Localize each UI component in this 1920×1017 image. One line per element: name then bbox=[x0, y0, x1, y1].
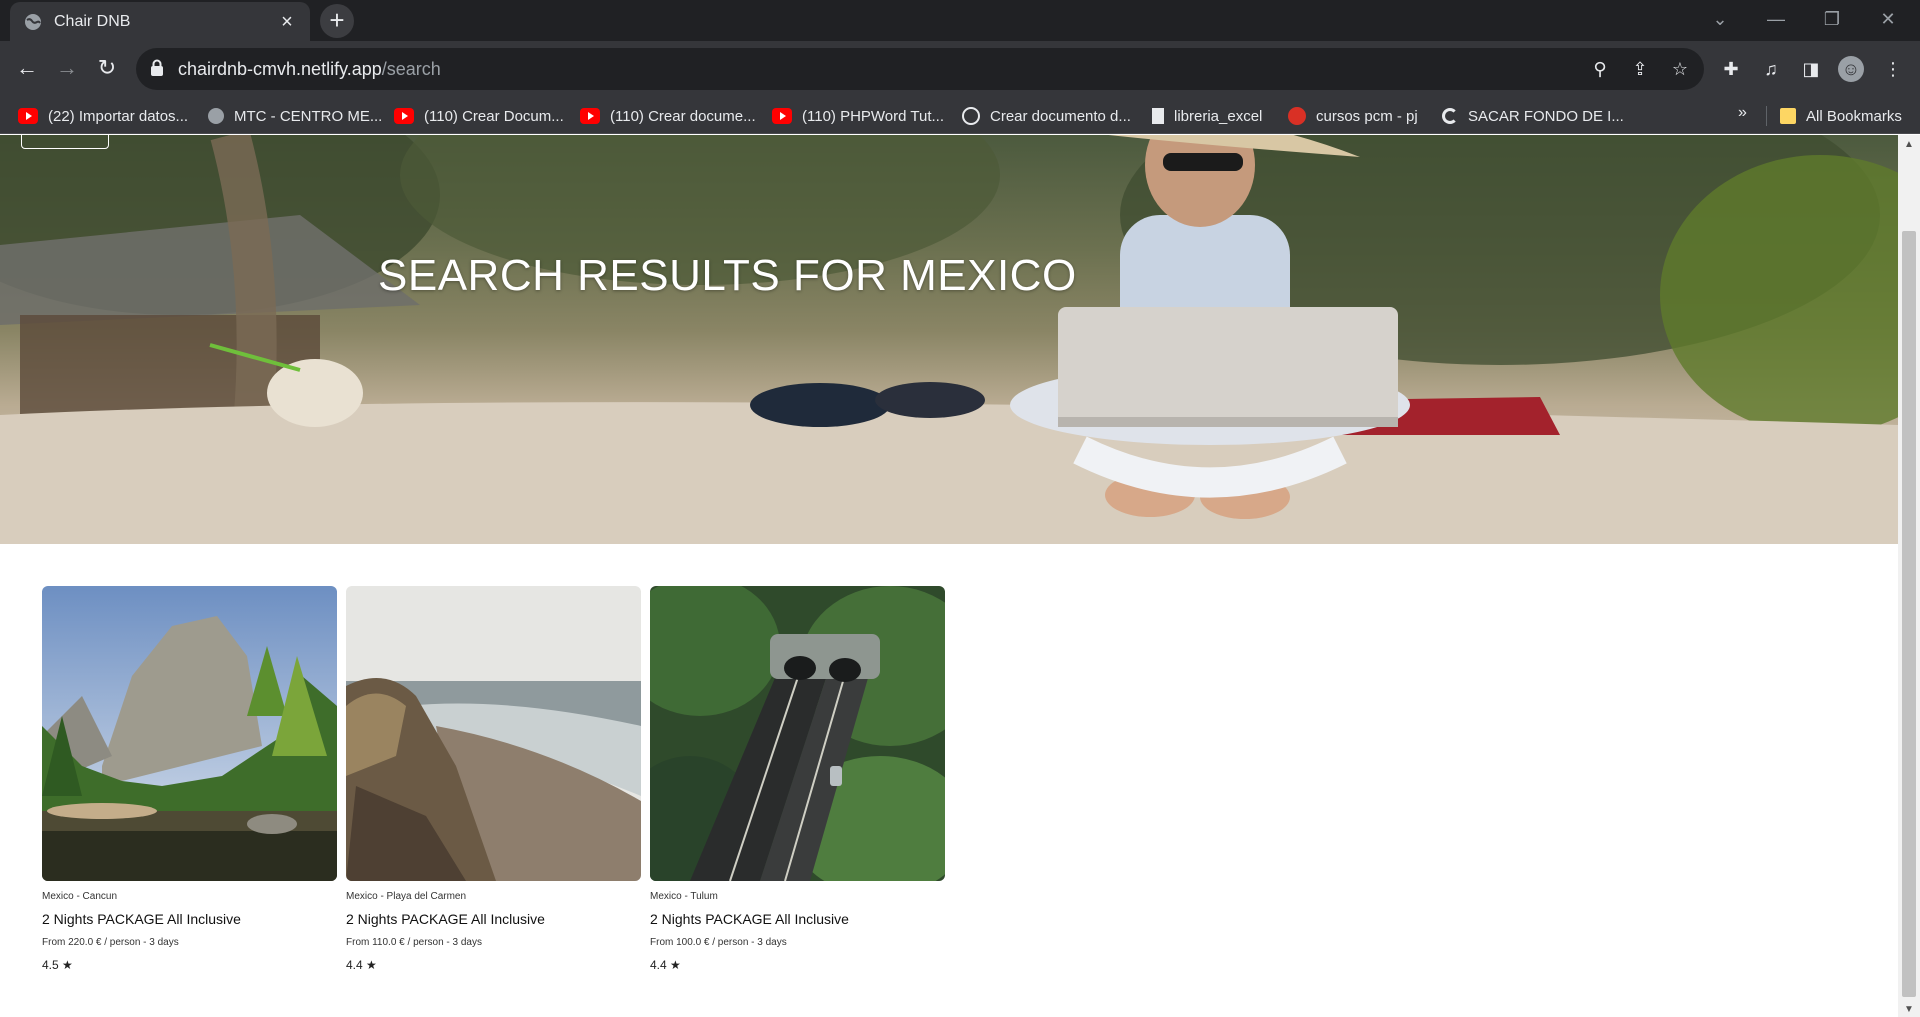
browser-toolbar: ← → ↻ chairdnb-cmvh.netlify.app/search ⚲… bbox=[0, 41, 1920, 98]
zoom-icon[interactable]: ⚲ bbox=[1588, 57, 1612, 81]
extensions-icon[interactable]: ✚ bbox=[1718, 56, 1744, 82]
vertical-scrollbar[interactable]: ▲ ▼ bbox=[1898, 135, 1920, 1017]
close-window-button[interactable]: ✕ bbox=[1860, 0, 1916, 40]
profile-avatar-icon[interactable]: ☺ bbox=[1838, 56, 1864, 82]
result-card[interactable]: Mexico - Tulum 2 Nights PACKAGE All Incl… bbox=[650, 586, 945, 972]
hero-background-image bbox=[0, 135, 1898, 544]
close-tab-icon[interactable]: × bbox=[276, 11, 298, 33]
bookmark-label: cursos pcm - pj bbox=[1316, 107, 1418, 125]
card-title[interactable]: 2 Nights PACKAGE All Inclusive bbox=[42, 911, 337, 927]
bookmark-item[interactable]: MTC - CENTRO ME... bbox=[208, 104, 382, 128]
active-tab[interactable]: Chair DNB × bbox=[10, 2, 310, 41]
restore-button[interactable]: ❐ bbox=[1804, 0, 1860, 40]
book-icon bbox=[1152, 108, 1164, 124]
bookmark-item[interactable]: (22) Importar datos... bbox=[18, 104, 188, 128]
star-icon[interactable]: ☆ bbox=[1668, 57, 1692, 81]
header-outline-button[interactable] bbox=[21, 135, 109, 149]
tab-strip: Chair DNB × + ⌄ — ❐ ✕ bbox=[0, 0, 1920, 41]
seal-icon bbox=[1288, 107, 1306, 125]
scroll-up-arrow-icon[interactable]: ▲ bbox=[1898, 139, 1920, 150]
bookmark-item[interactable]: (110) PHPWord Tut... bbox=[772, 104, 944, 128]
folder-icon bbox=[1780, 108, 1796, 124]
card-rating: 4.4 ★ bbox=[346, 958, 377, 972]
bookmark-label: MTC - CENTRO ME... bbox=[234, 107, 383, 125]
bookmark-label: SACAR FONDO DE I... bbox=[1468, 107, 1624, 125]
card-location: Mexico - Playa del Carmen bbox=[346, 891, 467, 902]
tunnel-photo bbox=[650, 586, 945, 881]
bookmark-label: Crear documento d... bbox=[990, 107, 1131, 125]
back-button[interactable]: ← bbox=[10, 51, 44, 85]
media-control-icon[interactable]: ♫ bbox=[1758, 56, 1784, 82]
all-bookmarks-button[interactable]: All Bookmarks bbox=[1780, 104, 1902, 128]
card-price: From 110.0 € / person - 3 days bbox=[346, 937, 482, 948]
more-bookmarks-button[interactable]: » bbox=[1738, 104, 1747, 122]
card-rating: 4.5 ★ bbox=[42, 958, 73, 972]
bookmark-item[interactable]: cursos pcm - pj bbox=[1288, 104, 1418, 128]
card-title[interactable]: 2 Nights PACKAGE All Inclusive bbox=[650, 911, 945, 927]
side-panel-icon[interactable]: ◨ bbox=[1798, 56, 1824, 82]
card-price: From 100.0 € / person - 3 days bbox=[650, 937, 787, 948]
tab-title: Chair DNB bbox=[54, 12, 131, 30]
bookmark-item[interactable]: libreria_excel bbox=[1152, 104, 1262, 128]
card-rating: 4.4 ★ bbox=[650, 958, 681, 972]
all-bookmarks-label: All Bookmarks bbox=[1806, 107, 1902, 125]
card-price: From 220.0 € / person - 3 days bbox=[42, 937, 179, 948]
url-text: chairdnb-cmvh.netlify.app/search bbox=[178, 59, 441, 79]
lock-icon bbox=[151, 59, 163, 76]
bookmark-label: (110) Crear Docum... bbox=[424, 107, 564, 125]
yosemite-photo bbox=[42, 586, 337, 881]
reload-button[interactable]: ↻ bbox=[90, 51, 124, 85]
bookmarks-bar: (22) Importar datos... MTC - CENTRO ME..… bbox=[0, 98, 1920, 134]
card-title[interactable]: 2 Nights PACKAGE All Inclusive bbox=[346, 911, 641, 927]
c-icon bbox=[1442, 108, 1458, 124]
youtube-icon bbox=[18, 108, 38, 124]
bookmark-label: (22) Importar datos... bbox=[48, 107, 189, 125]
bookmarks-divider bbox=[1766, 106, 1767, 126]
bookmark-item[interactable]: SACAR FONDO DE I... bbox=[1442, 104, 1624, 128]
card-image[interactable] bbox=[346, 586, 641, 881]
wordpress-icon bbox=[962, 107, 980, 125]
new-tab-button[interactable]: + bbox=[320, 4, 354, 38]
page-title: SEARCH RESULTS FOR MEXICO bbox=[378, 251, 1077, 300]
card-image[interactable] bbox=[42, 586, 337, 881]
forward-button[interactable]: → bbox=[50, 51, 84, 85]
scroll-down-arrow-icon[interactable]: ▼ bbox=[1898, 1004, 1920, 1015]
youtube-icon bbox=[580, 108, 600, 124]
minimize-button[interactable]: — bbox=[1748, 0, 1804, 40]
bookmark-item[interactable]: Crear documento d... bbox=[962, 104, 1131, 128]
bookmark-item[interactable]: (110) Crear docume... bbox=[580, 104, 756, 128]
youtube-icon bbox=[394, 108, 414, 124]
globe-icon bbox=[25, 13, 41, 30]
youtube-icon bbox=[772, 108, 792, 124]
kebab-menu-icon[interactable]: ⋮ bbox=[1880, 56, 1906, 82]
bookmark-label: (110) Crear docume... bbox=[610, 107, 756, 125]
coast-photo bbox=[346, 586, 641, 881]
address-bar[interactable]: chairdnb-cmvh.netlify.app/search ⚲ ⇪ ☆ bbox=[136, 48, 1704, 90]
result-card[interactable]: Mexico - Cancun 2 Nights PACKAGE All Inc… bbox=[42, 586, 337, 972]
card-image[interactable] bbox=[650, 586, 945, 881]
scrollbar-thumb[interactable] bbox=[1902, 231, 1916, 997]
page-content: SEARCH RESULTS FOR MEXICO Mexico - Cancu… bbox=[0, 135, 1898, 1017]
result-card[interactable]: Mexico - Playa del Carmen 2 Nights PACKA… bbox=[346, 586, 641, 972]
tab-search-icon[interactable]: ⌄ bbox=[1692, 0, 1748, 40]
share-icon[interactable]: ⇪ bbox=[1628, 57, 1652, 81]
globe-icon bbox=[208, 108, 224, 124]
bookmark-label: (110) PHPWord Tut... bbox=[802, 107, 944, 125]
card-location: Mexico - Cancun bbox=[42, 891, 118, 902]
card-location: Mexico - Tulum bbox=[650, 891, 718, 902]
bookmark-label: libreria_excel bbox=[1174, 107, 1263, 125]
hero-banner: SEARCH RESULTS FOR MEXICO bbox=[0, 135, 1898, 544]
bookmark-item[interactable]: (110) Crear Docum... bbox=[394, 104, 564, 128]
